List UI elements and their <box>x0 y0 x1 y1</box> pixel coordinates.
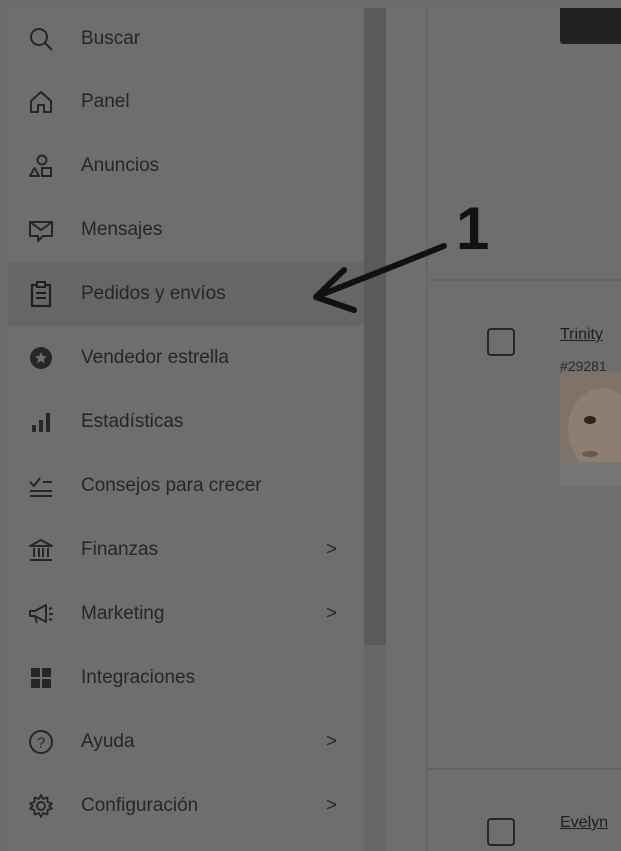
buyer-name-link[interactable]: Evelyn <box>560 814 608 832</box>
sidebar-item-label: Pedidos y envíos <box>81 283 226 304</box>
order-divider <box>428 279 621 281</box>
order-checkbox[interactable] <box>487 818 515 846</box>
sidebar-item-integraciones[interactable]: Integraciones <box>8 646 364 710</box>
sidebar-item-vendedor-estrella[interactable]: Vendedor estrella <box>8 326 364 390</box>
sidebar-item-label: Configuración <box>81 795 199 816</box>
sidebar-item-finanzas[interactable]: Finanzas > <box>8 518 364 582</box>
message-icon <box>26 215 56 245</box>
content-border <box>426 8 428 851</box>
sidebar-item-label: Estadísticas <box>81 411 184 432</box>
chevron-right-icon: > <box>326 731 338 752</box>
app-frame: Buscar Panel Anuncios Mensajes Pedidos y… <box>8 8 621 851</box>
chevron-right-icon: > <box>326 603 338 624</box>
checklist-icon <box>26 471 56 501</box>
annotation-arrow-icon <box>313 243 447 313</box>
clipboard-icon <box>26 279 56 309</box>
grid-icon <box>26 663 56 693</box>
sidebar-item-marketing[interactable]: Marketing > <box>8 582 364 646</box>
product-thumbnail[interactable] <box>560 372 621 486</box>
sidebar-item-label: Ayuda <box>81 731 135 752</box>
sidebar-item-configuracion[interactable]: Configuración > <box>8 774 364 838</box>
sidebar-item-label: Vendedor estrella <box>81 347 229 368</box>
sidebar-item-ayuda[interactable]: ? Ayuda > <box>8 710 364 774</box>
product-thumbnail[interactable] <box>560 8 621 44</box>
star-badge-icon <box>26 343 56 373</box>
sidebar-item-consejos-para-crecer[interactable]: Consejos para crecer <box>8 454 364 518</box>
sidebar-nav: Buscar Panel Anuncios Mensajes Pedidos y… <box>8 8 364 851</box>
sidebar-item-label: Mensajes <box>81 219 163 240</box>
sidebar-item-label: Anuncios <box>81 155 160 176</box>
sidebar-item-label: Buscar <box>81 28 141 49</box>
sidebar-item-anuncios[interactable]: Anuncios <box>8 134 364 198</box>
sidebar-item-label: Integraciones <box>81 667 196 688</box>
sidebar-item-label: Finanzas <box>81 539 159 560</box>
bank-icon <box>26 535 56 565</box>
chevron-right-icon: > <box>326 795 338 816</box>
chevron-right-icon: > <box>326 539 338 560</box>
sidebar-item-estadisticas[interactable]: Estadísticas <box>8 390 364 454</box>
help-icon: ? <box>26 727 56 757</box>
shapes-icon <box>26 151 56 181</box>
order-divider <box>428 768 621 770</box>
bar-chart-icon <box>26 407 56 437</box>
sidebar-item-panel[interactable]: Panel <box>8 70 364 134</box>
sidebar-item-label: Panel <box>81 91 130 112</box>
svg-text:?: ? <box>37 735 45 752</box>
gear-icon <box>26 791 56 821</box>
sidebar-item-label: Consejos para crecer <box>81 475 262 496</box>
step-number-annotation: 1 <box>456 195 490 262</box>
search-icon <box>26 24 56 54</box>
sidebar-item-label: Marketing <box>81 603 165 624</box>
buyer-name-link[interactable]: Trinity <box>560 326 603 344</box>
order-checkbox[interactable] <box>487 328 515 356</box>
sidebar-scrollbar-thumb[interactable] <box>364 8 386 645</box>
home-icon <box>26 87 56 117</box>
sidebar-item-buscar[interactable]: Buscar <box>8 8 364 71</box>
megaphone-icon <box>26 599 56 629</box>
